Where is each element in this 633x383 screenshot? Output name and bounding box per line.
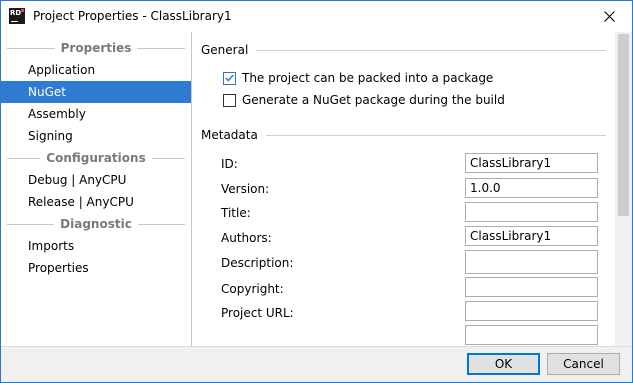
- sidebar-item-release-anycpu[interactable]: Release | AnyCPU: [1, 191, 191, 213]
- dialog-footer: OK Cancel: [1, 346, 632, 382]
- ok-button[interactable]: OK: [467, 353, 540, 375]
- authors-field[interactable]: [465, 226, 598, 246]
- metadata-section-header: Metadata: [201, 128, 606, 142]
- project-url-field[interactable]: [465, 301, 598, 321]
- checkmark-icon: [225, 74, 234, 82]
- generate-package-checkbox-row[interactable]: Generate a NuGet package during the buil…: [223, 93, 505, 107]
- title-bar: RD Project Properties - ClassLibrary1: [1, 1, 632, 32]
- vertical-scrollbar[interactable]: [615, 32, 632, 346]
- general-section-label: General: [201, 43, 249, 57]
- project-url-label: Project URL:: [221, 306, 294, 320]
- description-field[interactable]: [465, 250, 598, 274]
- pack-checkbox-row[interactable]: The project can be packed into a package: [223, 71, 493, 85]
- next-field-partial[interactable]: [465, 325, 598, 345]
- version-field[interactable]: [465, 178, 598, 198]
- id-field[interactable]: [465, 153, 598, 173]
- description-label: Description:: [221, 256, 294, 270]
- group-label-properties: Properties: [60, 41, 132, 55]
- version-label: Version:: [221, 182, 270, 196]
- sidebar-item-properties[interactable]: Properties: [1, 257, 191, 279]
- generate-package-checkbox[interactable]: [223, 93, 236, 107]
- sidebar-group-diagnostic: Diagnostic: [1, 213, 191, 235]
- nuget-settings-panel: General The project can be packed into a…: [192, 32, 632, 346]
- pack-checkbox[interactable]: [223, 71, 236, 85]
- sidebar: Properties Application NuGet Assembly Si…: [1, 32, 192, 346]
- sidebar-group-configurations: Configurations: [1, 147, 191, 169]
- authors-label: Authors:: [221, 231, 272, 245]
- copyright-field[interactable]: [465, 277, 598, 297]
- sidebar-item-debug-anycpu[interactable]: Debug | AnyCPU: [1, 169, 191, 191]
- project-properties-dialog: RD Project Properties - ClassLibrary1 Pr…: [0, 0, 633, 383]
- copyright-label: Copyright:: [221, 282, 284, 296]
- sidebar-item-signing[interactable]: Signing: [1, 125, 191, 147]
- sidebar-group-properties: Properties: [1, 37, 191, 59]
- title-field[interactable]: [465, 202, 598, 222]
- scrollbar-thumb[interactable]: [618, 34, 629, 216]
- metadata-section-label: Metadata: [201, 128, 258, 142]
- app-icon-text: RD: [10, 9, 22, 17]
- sidebar-item-application[interactable]: Application: [1, 59, 191, 81]
- window-title: Project Properties - ClassLibrary1: [33, 9, 232, 23]
- close-icon: [603, 11, 615, 22]
- pack-checkbox-label: The project can be packed into a package: [242, 71, 494, 85]
- generate-package-checkbox-label: Generate a NuGet package during the buil…: [242, 93, 505, 107]
- sidebar-item-imports[interactable]: Imports: [1, 235, 191, 257]
- rider-app-icon: RD: [9, 8, 25, 24]
- sidebar-item-assembly[interactable]: Assembly: [1, 103, 191, 125]
- group-label-diagnostic: Diagnostic: [60, 217, 132, 231]
- cancel-button[interactable]: Cancel: [547, 353, 620, 375]
- close-button[interactable]: [586, 1, 632, 32]
- id-label: ID:: [221, 157, 238, 171]
- general-section-header: General: [201, 43, 606, 57]
- title-label: Title:: [221, 206, 251, 220]
- group-label-configurations: Configurations: [46, 151, 146, 165]
- sidebar-item-nuget[interactable]: NuGet: [1, 81, 191, 103]
